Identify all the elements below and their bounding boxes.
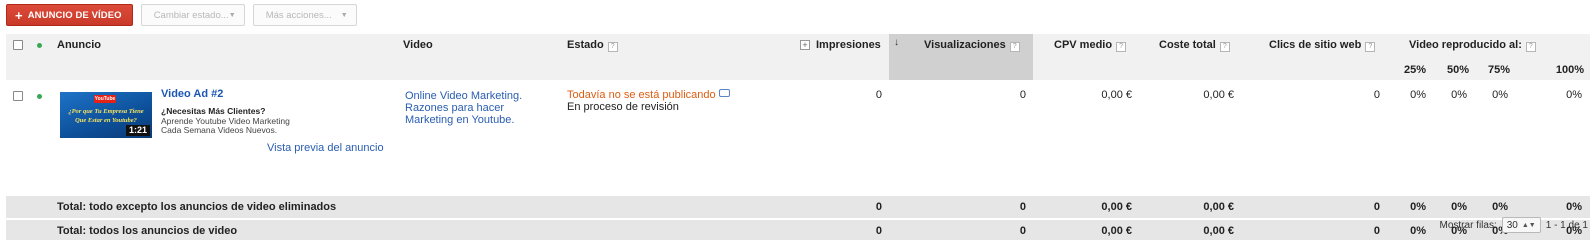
help-icon[interactable]: ?: [1365, 42, 1376, 52]
header-cpv[interactable]: CPV medio?: [1054, 39, 1127, 52]
ad-status: Todavía no se está publicando: [567, 89, 730, 101]
up-down-arrows-icon: ▲▼: [1521, 221, 1536, 229]
row-checkbox[interactable]: [13, 91, 23, 101]
sort-desc-icon[interactable]: ↓: [894, 37, 899, 48]
enabled-status-dot: [37, 94, 42, 99]
thumbnail-text-line2: Que Estar en Youtube?: [75, 117, 137, 124]
totals-site-clicks: 0: [1373, 201, 1380, 213]
help-icon[interactable]: ?: [1009, 42, 1020, 52]
thumbnail-text-line1: ¿Por que Tu Empresa Tiene: [68, 108, 144, 115]
rows-per-page-value: 30: [1506, 219, 1518, 231]
header-cost[interactable]: Coste total?: [1159, 39, 1230, 52]
header-site-clicks-label: Clics de sitio web: [1269, 39, 1362, 51]
header-q75[interactable]: 75%: [1488, 64, 1510, 76]
totals-label: Total: todos los anuncios de video: [57, 225, 238, 237]
totals-impressions: 0: [875, 225, 882, 237]
header-played-to-label: Video reproducido al:: [1409, 39, 1522, 51]
cpv-value: 0,00 €: [1101, 89, 1132, 101]
status-pending-text: Todavía no se está publicando: [567, 89, 716, 101]
ad-headline: ¿Necesitas Más Clientes?: [161, 106, 266, 116]
header-q25[interactable]: 25%: [1404, 64, 1426, 76]
new-video-ad-button[interactable]: + ANUNCIO DE VÍDEO: [6, 4, 133, 26]
totals-views: 0: [1019, 225, 1026, 237]
totals-row-non-deleted: Total: todo excepto los anuncios de vide…: [6, 196, 1590, 218]
toolbar: + ANUNCIO DE VÍDEO Cambiar estado... ▼ M…: [6, 4, 357, 26]
video-duration: 1:21: [125, 125, 150, 136]
header-cpv-label: CPV medio: [1054, 39, 1113, 51]
chevron-down-icon: ▼: [340, 11, 348, 19]
rows-per-page-select[interactable]: 30 ▲▼: [1501, 217, 1541, 233]
q25-value: 0%: [1410, 89, 1426, 101]
video-thumbnail[interactable]: YouTube ¿Por que Tu Empresa Tiene Que Es…: [60, 92, 152, 138]
totals-cost: 0,00 €: [1203, 201, 1234, 213]
help-icon[interactable]: ?: [1525, 42, 1536, 52]
more-actions-label: Más acciones...: [265, 9, 332, 21]
header-played-to: Video reproducido al:?: [1409, 39, 1536, 52]
header-status-label: Estado: [567, 39, 604, 51]
totals-q75: 0%: [1492, 201, 1508, 213]
q50-value: 0%: [1451, 89, 1467, 101]
pagination-footer: Mostrar filas: 30 ▲▼ 1 - 1 de 1: [1440, 217, 1588, 233]
totals-q100: 0%: [1566, 201, 1582, 213]
header-q50[interactable]: 50%: [1447, 64, 1469, 76]
totals-q25: 0%: [1410, 201, 1426, 213]
ad-title[interactable]: Video Ad #2: [161, 88, 223, 100]
youtube-logo-icon: YouTube: [94, 95, 116, 103]
table-header: Anuncio Video Estado? + Impresiones ↓ Vis…: [6, 34, 1590, 80]
select-all-checkbox[interactable]: [13, 40, 23, 50]
help-icon[interactable]: ?: [607, 42, 618, 52]
site-clicks-value: 0: [1373, 89, 1380, 101]
header-status[interactable]: Estado?: [567, 39, 618, 52]
totals-label: Total: todo excepto los anuncios de vide…: [57, 201, 337, 213]
help-icon[interactable]: ?: [1116, 42, 1127, 52]
plus-icon: +: [15, 7, 23, 23]
totals-row-all: Total: todos los anuncios de video 0 0 0…: [6, 220, 1590, 240]
expand-icon[interactable]: +: [800, 40, 810, 50]
header-ad[interactable]: Anuncio: [57, 39, 101, 51]
change-status-dropdown[interactable]: Cambiar estado... ▼: [140, 4, 245, 26]
pagination-range: 1 - 1 de 1: [1545, 219, 1588, 231]
totals-views: 0: [1019, 201, 1026, 213]
more-actions-dropdown[interactable]: Más acciones... ▼: [252, 4, 357, 26]
header-views[interactable]: Visualizaciones?: [924, 39, 1020, 52]
ad-description-line2: Cada Semana Videos Nuevos.: [161, 125, 278, 135]
cost-value: 0,00 €: [1203, 89, 1234, 101]
q100-value: 0%: [1566, 89, 1582, 101]
totals-cpv: 0,00 €: [1101, 201, 1132, 213]
impressions-value: 0: [875, 89, 882, 101]
help-icon[interactable]: ?: [1219, 42, 1230, 52]
rows-per-page-label: Mostrar filas:: [1439, 219, 1497, 231]
views-value: 0: [1019, 89, 1026, 101]
totals-q50: 0%: [1451, 201, 1467, 213]
header-q100[interactable]: 100%: [1556, 64, 1584, 76]
header-impressions-label: Impresiones: [816, 39, 881, 51]
ad-preview-link[interactable]: Vista previa del anuncio: [267, 142, 384, 154]
header-site-clicks[interactable]: Clics de sitio web?: [1269, 39, 1376, 52]
q75-value: 0%: [1492, 89, 1508, 101]
totals-cost: 0,00 €: [1203, 225, 1234, 237]
header-cost-label: Coste total: [1159, 39, 1216, 51]
status-review-text: En proceso de revisión: [567, 101, 679, 113]
header-views-label: Visualizaciones: [924, 39, 1006, 51]
change-status-label: Cambiar estado...: [153, 9, 229, 21]
totals-cpv: 0,00 €: [1101, 225, 1132, 237]
totals-impressions: 0: [875, 201, 882, 213]
table-row: YouTube ¿Por que Tu Empresa Tiene Que Es…: [6, 80, 1590, 196]
totals-q25: 0%: [1410, 225, 1426, 237]
header-impressions[interactable]: + Impresiones: [800, 39, 881, 51]
header-video[interactable]: Video: [403, 39, 433, 51]
new-video-ad-label: ANUNCIO DE VÍDEO: [27, 9, 122, 21]
totals-site-clicks: 0: [1373, 225, 1380, 237]
speech-bubble-icon[interactable]: [718, 89, 730, 97]
video-title-link[interactable]: Online Video Marketing. Razones para hac…: [405, 90, 555, 126]
status-dot-header: [37, 43, 42, 48]
chevron-down-icon: ▼: [228, 11, 236, 19]
